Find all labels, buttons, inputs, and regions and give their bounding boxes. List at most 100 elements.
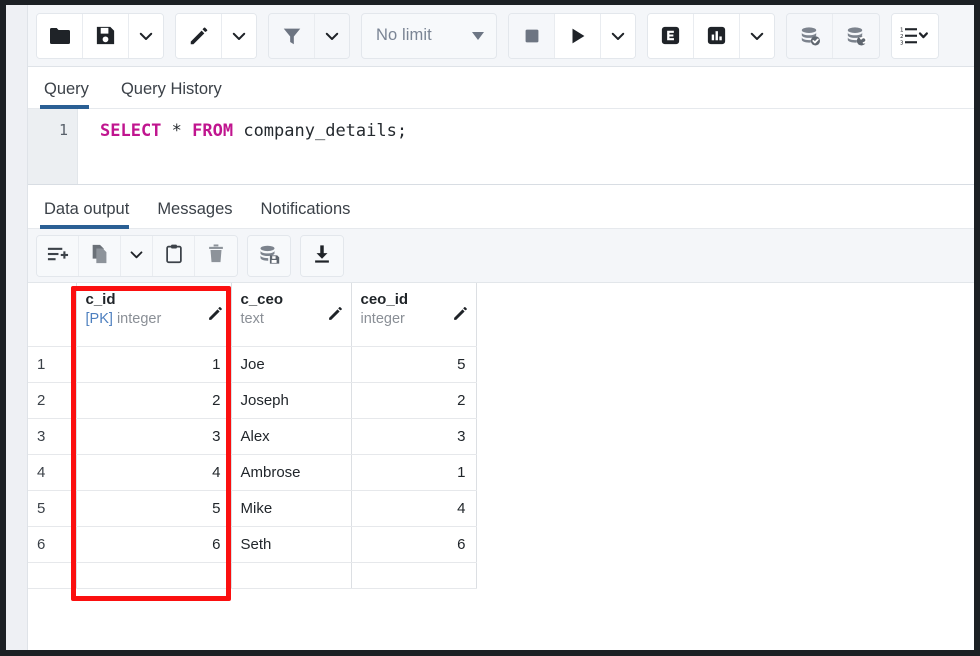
bar-chart-icon [705, 24, 728, 47]
cell-c_id[interactable]: 5 [76, 490, 231, 526]
add-row-icon [46, 243, 69, 269]
paste-button[interactable] [153, 236, 195, 276]
download-group [300, 235, 344, 277]
column-name: c_id [86, 290, 223, 310]
cell-c_id[interactable]: 2 [76, 382, 231, 418]
cell-ceo_id[interactable]: 3 [351, 418, 476, 454]
chevron-down-icon [137, 27, 155, 45]
svg-text:2: 2 [900, 34, 904, 40]
explain-button[interactable] [648, 14, 694, 58]
table-row[interactable]: 4 4 Ambrose 1 [28, 454, 476, 490]
table-row[interactable]: 2 2 Joseph 2 [28, 382, 476, 418]
copy-dropdown[interactable] [121, 236, 153, 276]
row-number: 1 [28, 346, 76, 382]
explain-dropdown[interactable] [740, 14, 774, 58]
table-row[interactable]: 6 6 Seth 6 [28, 526, 476, 562]
explain-analyze-button[interactable] [694, 14, 740, 58]
filter-button[interactable] [269, 14, 315, 58]
row-number: 2 [28, 382, 76, 418]
column-header-ceo_id[interactable]: ceo_id integer [351, 283, 476, 346]
cell-c_id[interactable]: 4 [76, 454, 231, 490]
database-save-icon [257, 242, 281, 269]
save-icon [94, 24, 117, 47]
row-limit-value: No limit [376, 26, 432, 45]
edit-rows-group [36, 235, 238, 277]
row-number: 5 [28, 490, 76, 526]
column-type: [PK] integer [86, 310, 223, 330]
save-data-changes-button[interactable] [248, 236, 290, 276]
cell-ceo_id[interactable]: 4 [351, 490, 476, 526]
edit-column-pencil-icon[interactable] [327, 305, 344, 326]
chevron-down-icon [230, 27, 248, 45]
add-row-button[interactable] [37, 236, 79, 276]
cell-c_ceo[interactable]: Mike [231, 490, 351, 526]
sql-code[interactable]: SELECT * FROM company_details; [78, 109, 974, 184]
cell-c_ceo[interactable]: Joe [231, 346, 351, 382]
folder-icon [48, 24, 72, 48]
sql-token-from: FROM [192, 121, 233, 141]
cell-ceo_id[interactable]: 2 [351, 382, 476, 418]
cell-c_id[interactable]: 1 [76, 346, 231, 382]
cell-ceo_id[interactable]: 6 [351, 526, 476, 562]
explain-e-icon [659, 24, 682, 47]
execute-dropdown[interactable] [601, 14, 635, 58]
sql-token-table: company_details; [233, 121, 407, 141]
filler-cell [28, 562, 76, 588]
play-triangle-icon [567, 25, 589, 47]
edit-dropdown[interactable] [222, 14, 256, 58]
execute-query-button[interactable] [555, 14, 601, 58]
edit-column-pencil-icon[interactable] [452, 305, 469, 326]
svg-text:1: 1 [900, 27, 904, 33]
numbered-list-icon: 1 2 3 [900, 25, 930, 47]
delete-row-button[interactable] [195, 236, 237, 276]
cell-c_id[interactable]: 6 [76, 526, 231, 562]
filler-cell [231, 562, 351, 588]
chevron-down-icon [128, 246, 145, 266]
tab-query-history[interactable]: Query History [117, 80, 236, 108]
database-undo-icon [844, 24, 868, 48]
chevron-down-icon [609, 27, 627, 45]
rollback-button[interactable] [833, 14, 879, 58]
chevron-down-icon [748, 27, 766, 45]
filter-button-group [268, 13, 350, 59]
stop-query-button[interactable] [509, 14, 555, 58]
cell-c_id[interactable]: 3 [76, 418, 231, 454]
row-number: 4 [28, 454, 76, 490]
cell-c_ceo[interactable]: Seth [231, 526, 351, 562]
triangle-down-icon [472, 32, 484, 40]
tab-query[interactable]: Query [40, 80, 103, 108]
cell-c_ceo[interactable]: Ambrose [231, 454, 351, 490]
left-panel-edge [6, 5, 28, 650]
tab-messages[interactable]: Messages [153, 200, 246, 228]
download-button[interactable] [301, 236, 343, 276]
column-header-c_ceo[interactable]: c_ceo text [231, 283, 351, 346]
table-row[interactable]: 5 5 Mike 4 [28, 490, 476, 526]
column-header-c_id[interactable]: c_id [PK] integer [76, 283, 231, 346]
table-row[interactable]: 1 1 Joe 5 [28, 346, 476, 382]
download-icon [311, 243, 333, 268]
cell-c_ceo[interactable]: Alex [231, 418, 351, 454]
macros-button[interactable]: 1 2 3 [892, 14, 938, 58]
query-tabs: Query Query History [28, 67, 974, 109]
result-grid-toolbar [28, 229, 974, 283]
save-file-button[interactable] [83, 14, 129, 58]
edit-button[interactable] [176, 14, 222, 58]
edit-column-pencil-icon[interactable] [207, 305, 224, 326]
open-file-button[interactable] [37, 14, 83, 58]
sql-token-select: SELECT [100, 121, 161, 141]
row-limit-select[interactable]: No limit [361, 13, 497, 59]
result-table: c_id [PK] integer c_ceo text [28, 283, 477, 589]
cell-ceo_id[interactable]: 1 [351, 454, 476, 490]
cell-c_ceo[interactable]: Joseph [231, 382, 351, 418]
copy-button[interactable] [79, 236, 121, 276]
tab-notifications[interactable]: Notifications [257, 200, 365, 228]
tab-data-output[interactable]: Data output [40, 200, 143, 228]
save-file-dropdown[interactable] [129, 14, 163, 58]
cell-ceo_id[interactable]: 5 [351, 346, 476, 382]
save-data-group [247, 235, 291, 277]
table-body: 1 1 Joe 5 2 2 Joseph 2 3 3 Alex [28, 346, 476, 588]
table-row[interactable]: 3 3 Alex 3 [28, 418, 476, 454]
sql-editor[interactable]: 1 SELECT * FROM company_details; [28, 109, 974, 185]
commit-button[interactable] [787, 14, 833, 58]
filter-dropdown[interactable] [315, 14, 349, 58]
